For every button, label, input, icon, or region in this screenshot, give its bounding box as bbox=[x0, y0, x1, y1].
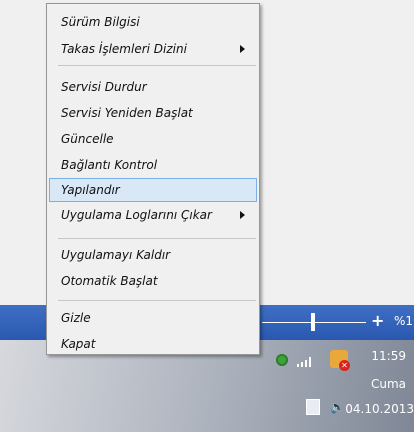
menu-item-connection-check[interactable]: Bağlantı Kontrol bbox=[49, 153, 257, 177]
menu-item-restart-service[interactable]: Servisi Yeniden Başlat bbox=[49, 101, 257, 125]
menu-item-update[interactable]: Güncelle bbox=[49, 127, 257, 151]
zoom-slider-thumb[interactable] bbox=[311, 313, 315, 331]
clock-date[interactable]: 04.10.2013 bbox=[344, 402, 414, 416]
zoom-level[interactable]: %1 bbox=[394, 309, 413, 333]
tray-context-menu: Sürüm Bilgisi Takas İşlemleri Dizini Ser… bbox=[46, 3, 260, 355]
menu-item-configure[interactable]: Yapılandır bbox=[49, 178, 257, 202]
menu-item-version-info[interactable]: Sürüm Bilgisi bbox=[49, 10, 257, 34]
menu-separator bbox=[58, 65, 256, 66]
menu-item-label: Takas İşlemleri Dizini bbox=[61, 42, 187, 56]
menu-item-hide[interactable]: Gizle bbox=[49, 306, 257, 330]
menu-item-label: Uygulama Loglarını Çıkar bbox=[61, 208, 212, 222]
clock-time[interactable]: 11:59 bbox=[344, 349, 406, 363]
menu-item-export-logs[interactable]: Uygulama Loglarını Çıkar bbox=[49, 203, 257, 227]
zoom-in-button[interactable]: + bbox=[371, 309, 384, 333]
menu-item-auto-start[interactable]: Otomatik Başlat bbox=[49, 269, 257, 293]
menu-separator bbox=[58, 300, 256, 301]
menu-item-uninstall[interactable]: Uygulamayı Kaldır bbox=[49, 243, 257, 267]
clipboard-icon[interactable] bbox=[306, 399, 320, 415]
clock-day[interactable]: Cuma bbox=[344, 377, 406, 391]
signal-icon[interactable] bbox=[297, 357, 315, 367]
submenu-arrow-icon bbox=[240, 45, 245, 53]
speaker-icon[interactable]: 🔈 bbox=[330, 400, 345, 414]
menu-item-stop-service[interactable]: Servisi Durdur bbox=[49, 75, 257, 99]
menu-item-swap-directory[interactable]: Takas İşlemleri Dizini bbox=[49, 37, 257, 61]
menu-separator bbox=[58, 238, 256, 239]
battery-icon[interactable] bbox=[276, 354, 288, 366]
submenu-arrow-icon bbox=[240, 211, 245, 219]
menu-item-close[interactable]: Kapat bbox=[49, 332, 257, 356]
